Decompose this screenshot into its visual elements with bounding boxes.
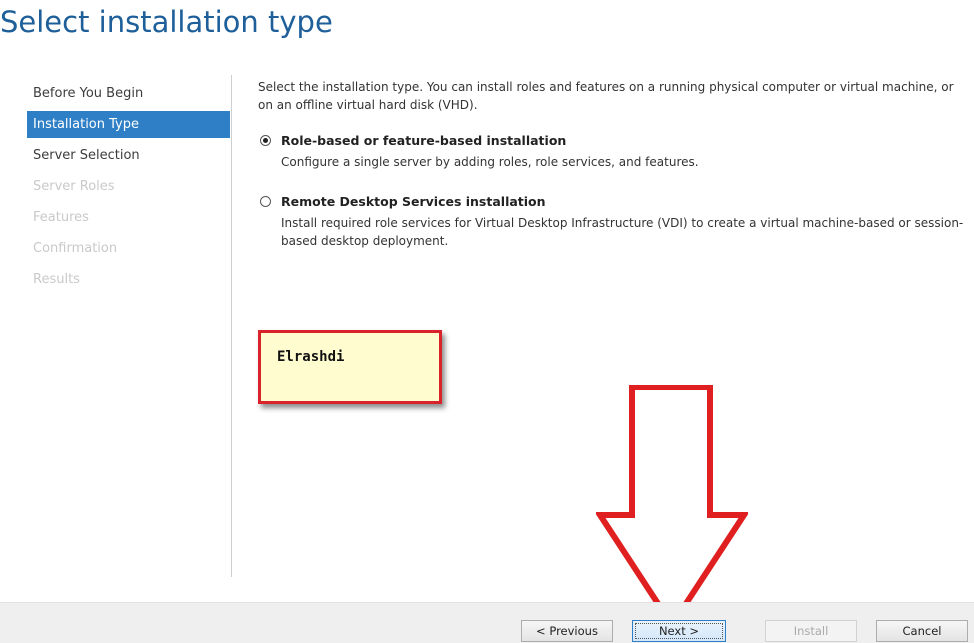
nav-item-features: Features xyxy=(33,210,89,225)
watermark-box: Elrashdi xyxy=(258,330,442,404)
previous-button[interactable]: < Previous xyxy=(521,620,613,642)
option-remote-desktop-title[interactable]: Remote Desktop Services installation xyxy=(281,194,970,210)
nav-item-confirmation: Confirmation xyxy=(33,241,118,256)
option-role-based[interactable]: Role-based or feature-based installation… xyxy=(258,133,970,171)
option-remote-desktop-description: Install required role services for Virtu… xyxy=(281,216,964,248)
nav-item-server-selection[interactable]: Server Selection xyxy=(27,140,230,171)
nav-item-before-you-begin[interactable]: Before You Begin xyxy=(27,78,230,109)
option-role-based-description: Configure a single server by adding role… xyxy=(281,155,699,169)
watermark-text: Elrashdi xyxy=(277,349,345,365)
installation-type-description: Select the installation type. You can in… xyxy=(258,80,954,112)
option-remote-desktop[interactable]: Remote Desktop Services installation Ins… xyxy=(258,194,970,250)
next-button[interactable]: Next > xyxy=(632,620,726,642)
option-role-based-title[interactable]: Role-based or feature-based installation xyxy=(281,133,970,149)
radio-role-based[interactable] xyxy=(260,135,271,146)
cancel-button[interactable]: Cancel xyxy=(876,620,968,642)
nav-item-installation-type[interactable]: Installation Type xyxy=(27,111,230,138)
nav-divider xyxy=(231,75,232,577)
down-arrow-icon xyxy=(596,385,748,630)
install-button: Install xyxy=(765,620,857,642)
radio-remote-desktop[interactable] xyxy=(260,196,271,207)
wizard-page: Select installation type Before You Begi… xyxy=(0,0,974,643)
nav-item-results: Results xyxy=(33,272,80,287)
page-title: Select installation type xyxy=(0,5,333,39)
wizard-navigation: Before You Begin Installation Type Serve… xyxy=(27,78,230,295)
main-content: Select the installation type. You can in… xyxy=(258,78,970,250)
nav-item-server-roles: Server Roles xyxy=(33,179,115,194)
